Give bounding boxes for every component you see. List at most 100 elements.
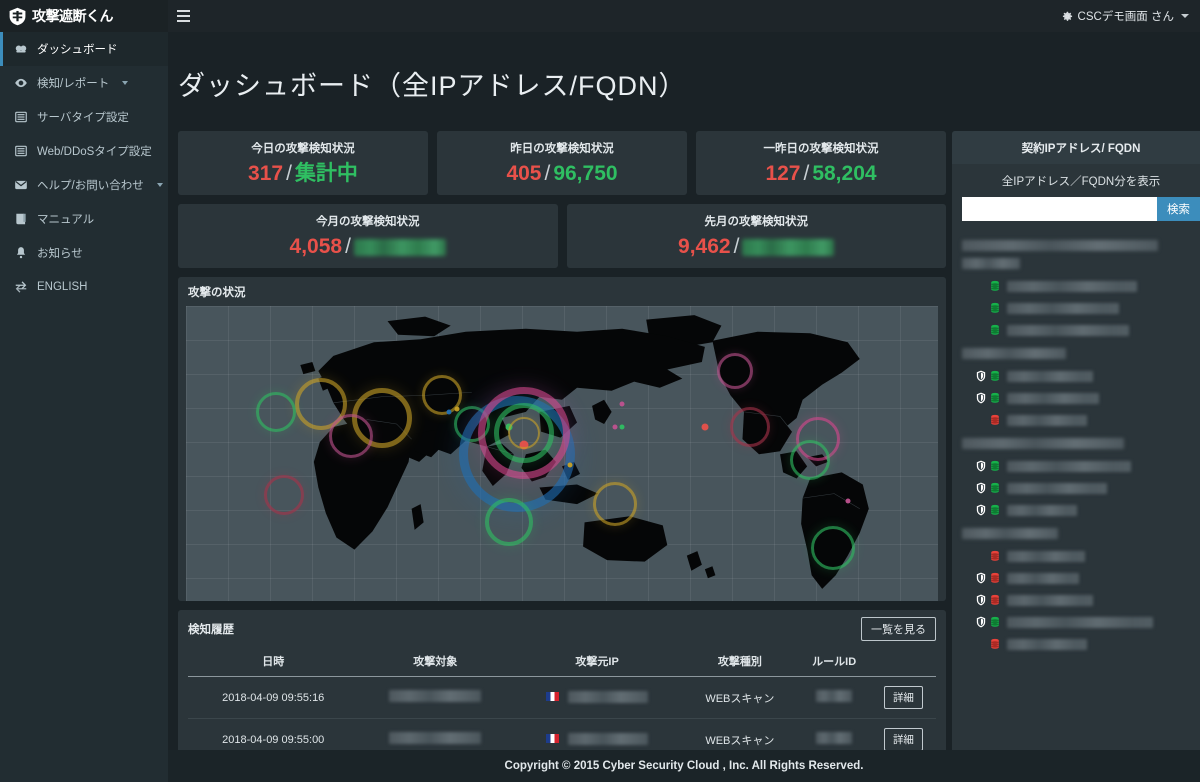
ip-list-item[interactable] (960, 455, 1200, 477)
sidebar-item-5[interactable]: ヘルプ/お問い合わせ (0, 168, 168, 202)
column-header-6 (871, 647, 936, 677)
footer: Copyright © 2015 Cyber Security Cloud , … (168, 750, 1200, 782)
sidebar-item-2[interactable]: 検知/レポート (0, 66, 168, 100)
daily-stat-card-1[interactable]: 今日の攻撃検知状況317/集計中 (178, 131, 428, 195)
contracted-ip-list (952, 227, 1200, 655)
ip-list-item[interactable] (960, 545, 1200, 567)
database-icon-red (990, 638, 1000, 650)
redacted-target (389, 690, 481, 702)
daily-stat-card-3[interactable]: 一昨日の攻撃検知状況127/58,204 (696, 131, 946, 195)
ip-list-item[interactable] (960, 387, 1200, 409)
stat-blocked: 127 (765, 162, 800, 185)
ip-group-label (962, 348, 1066, 359)
sidebar-item-4[interactable]: Web/DDoSタイプ設定 (0, 134, 168, 168)
shield-icon (976, 392, 986, 404)
shield-icon (976, 616, 986, 628)
ip-list-item[interactable] (960, 567, 1200, 589)
monthly-stat-card-2[interactable]: 先月の攻撃検知状況 9,462/ (567, 204, 947, 268)
list-icon (14, 144, 28, 158)
redacted-ip-label (1007, 573, 1079, 584)
detection-history-title: 検知履歴 (188, 621, 234, 637)
chevron-down-icon (1181, 14, 1189, 18)
ip-list-item[interactable] (960, 477, 1200, 499)
attack-dot-25 (701, 424, 708, 431)
ip-list-item[interactable] (960, 297, 1200, 319)
contracted-ip-title: 契約IPアドレス/ FQDN (952, 131, 1200, 164)
redacted-source-ip (568, 733, 648, 745)
ip-list-item[interactable] (960, 611, 1200, 633)
ip-list-item[interactable] (960, 275, 1200, 297)
sidebar-item-8[interactable]: ENGLISH (0, 270, 168, 304)
attack-dot-21 (567, 463, 572, 468)
sidebar-item-3[interactable]: サーバタイプ設定 (0, 100, 168, 134)
shield-icon (976, 482, 986, 494)
sidebar-item-label: マニュアル (37, 211, 94, 227)
stat-value: 9,462/ (573, 236, 941, 257)
ip-list-item[interactable] (960, 365, 1200, 387)
sidebar-item-1[interactable]: ダッシュボード (0, 32, 168, 66)
stat-title: 先月の攻撃検知状況 (573, 213, 941, 229)
chevron-down-icon (122, 81, 128, 85)
ip-group-label (962, 528, 1058, 539)
database-icon-red (990, 414, 1000, 426)
user-menu[interactable]: CSCデモ画面 さん (1062, 8, 1200, 24)
redacted-ip-label (1007, 639, 1087, 650)
ip-list-item[interactable] (960, 319, 1200, 341)
eye-icon (14, 76, 28, 90)
daily-stat-card-2[interactable]: 昨日の攻撃検知状況405/96,750 (437, 131, 687, 195)
column-header-2: 攻撃対象 (358, 647, 512, 677)
sidebar-item-7[interactable]: お知らせ (0, 236, 168, 270)
book-icon (14, 212, 28, 226)
table-row[interactable]: 2018-04-09 09:55:16WEBスキャン詳細 (188, 677, 936, 719)
monthly-stat-card-1[interactable]: 今月の攻撃検知状況4,058/ (178, 204, 558, 268)
redacted-source-ip (568, 691, 648, 703)
detail-button[interactable]: 詳細 (884, 686, 923, 709)
side-column: 契約IPアドレス/ FQDN 全IPアドレス／FQDN分を表示 検索 (952, 131, 1200, 779)
attack-ring-17 (811, 526, 855, 570)
database-icon-green (990, 616, 1000, 628)
column-header-3: 攻撃元IP (512, 647, 682, 677)
dashboard-icon (14, 42, 28, 56)
stat-total: 58,204 (812, 162, 876, 185)
stat-blocked: 9,462 (678, 235, 731, 258)
stat-separator: / (541, 162, 553, 185)
ip-search-input[interactable] (962, 197, 1157, 221)
copyright-text: Copyright © 2015 Cyber Security Cloud , … (505, 760, 864, 772)
ip-list-item[interactable] (960, 409, 1200, 431)
detection-history-table: 日時攻撃対象攻撃元IP攻撃種別ルールID 2018-04-09 09:55:16… (188, 647, 936, 760)
stat-separator: / (283, 162, 295, 185)
stat-value: 4,058/ (184, 236, 552, 257)
cell-rule-id (797, 677, 870, 719)
hamburger-icon[interactable] (168, 0, 198, 32)
redacted-ip-label (1007, 415, 1087, 426)
redacted-target (389, 732, 481, 744)
shield-logo-icon (8, 7, 27, 26)
ip-list-item[interactable] (960, 633, 1200, 655)
attack-ring-19 (485, 498, 533, 546)
brand-logo-area[interactable]: 攻撃遮断くん (0, 0, 168, 32)
stat-value: 405/96,750 (443, 163, 681, 184)
redacted-ip-label (1007, 551, 1085, 562)
ip-search-row: 検索 (952, 197, 1200, 227)
exchange-icon (14, 280, 28, 294)
ip-search-button[interactable]: 検索 (1157, 197, 1200, 221)
sidebar-item-6[interactable]: マニュアル (0, 202, 168, 236)
attack-ring-13 (717, 353, 753, 389)
redacted-ip-label (1007, 325, 1129, 336)
detail-button[interactable]: 詳細 (884, 728, 923, 751)
stat-separator: / (800, 162, 812, 185)
ip-list-item[interactable] (960, 589, 1200, 611)
view-all-button[interactable]: 一覧を見る (861, 617, 936, 641)
attack-dot-27 (447, 410, 452, 415)
ip-list-item[interactable] (960, 499, 1200, 521)
attack-ring-20 (593, 482, 637, 526)
ip-group-label (962, 438, 1124, 449)
stat-value: 317/集計中 (184, 163, 422, 184)
cell-source-ip (512, 677, 682, 719)
attack-map-title: 攻撃の状況 (188, 284, 246, 300)
redacted-ip-label (1007, 393, 1099, 404)
redacted-ip-label (1007, 505, 1077, 516)
attack-ring-18 (264, 475, 304, 515)
stat-separator: / (342, 235, 354, 258)
world-attack-map[interactable] (186, 306, 938, 601)
